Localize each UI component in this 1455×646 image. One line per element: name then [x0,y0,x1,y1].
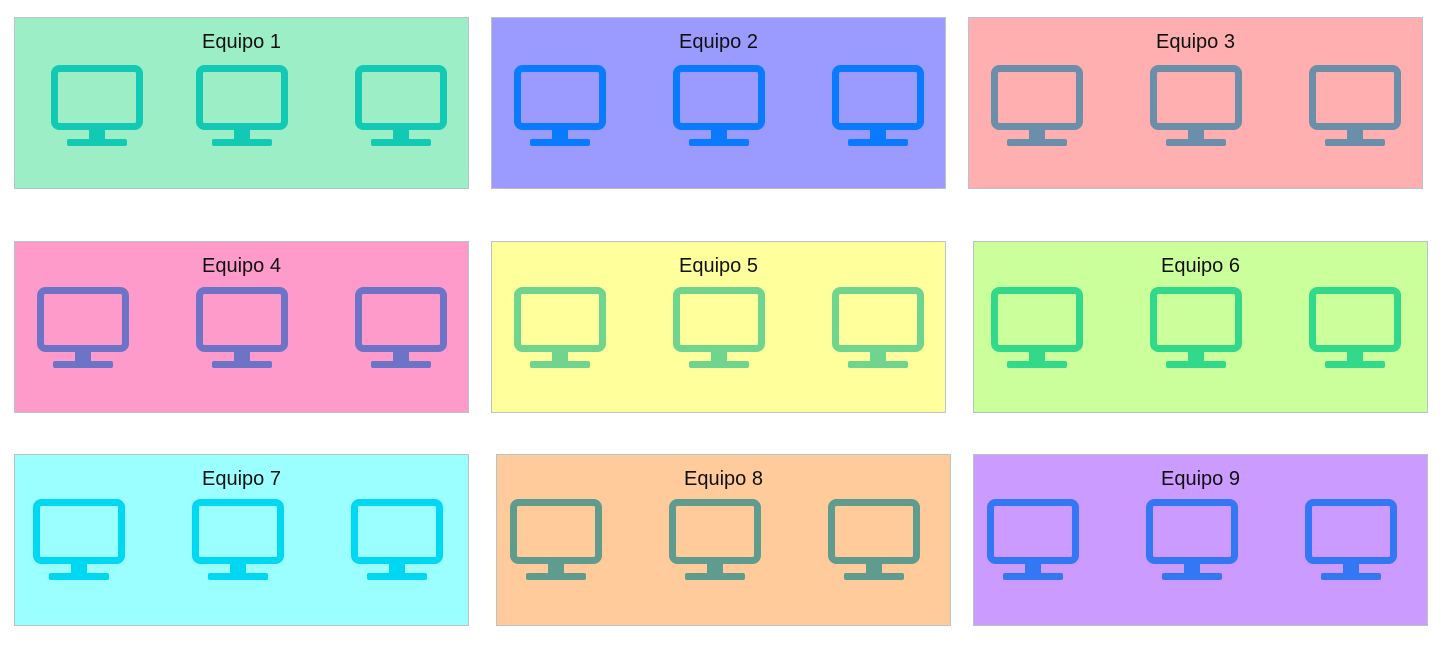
monitor-icon [355,287,447,371]
monitor-icon [991,65,1083,149]
monitor-icon [673,65,765,149]
monitor-icon [510,499,602,583]
team-title: Equipo 7 [202,468,281,490]
team-panel: Equipo 3 [968,17,1423,189]
team-panel: Equipo 7 [14,454,469,626]
team-panel: Equipo 2 [491,17,946,189]
monitor-icon [1305,499,1397,583]
monitor-icon [192,499,284,583]
team-title: Equipo 3 [1156,31,1235,53]
team-title: Equipo 6 [1161,255,1240,277]
team-title: Equipo 5 [679,255,758,277]
monitor-icon [514,287,606,371]
team-title: Equipo 8 [684,468,763,490]
monitor-icon [832,287,924,371]
team-panel: Equipo 4 [14,241,469,413]
team-panel: Equipo 9 [973,454,1428,626]
team-title: Equipo 9 [1161,468,1240,490]
monitor-icon [1150,65,1242,149]
monitor-icon [1150,287,1242,371]
monitor-icon [351,499,443,583]
monitor-icon [51,65,143,149]
monitor-icon [37,287,129,371]
monitor-icon [355,65,447,149]
monitor-icon [991,287,1083,371]
team-panel: Equipo 5 [491,241,946,413]
team-title: Equipo 1 [202,31,281,53]
monitor-icon [828,499,920,583]
monitor-icon [196,287,288,371]
team-title: Equipo 4 [202,255,281,277]
team-panel: Equipo 8 [496,454,951,626]
monitor-icon [1309,287,1401,371]
team-panel: Equipo 1 [14,17,469,189]
monitor-icon [514,65,606,149]
monitor-icon [1146,499,1238,583]
monitor-icon [1309,65,1401,149]
monitor-icon [196,65,288,149]
monitor-icon [987,499,1079,583]
monitor-icon [673,287,765,371]
team-title: Equipo 2 [679,31,758,53]
monitor-icon [832,65,924,149]
team-panel: Equipo 6 [973,241,1428,413]
monitor-icon [669,499,761,583]
monitor-icon [33,499,125,583]
